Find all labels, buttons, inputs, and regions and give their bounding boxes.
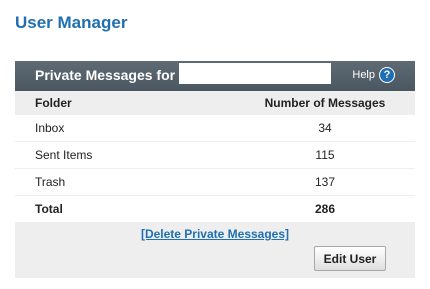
folder-cell: Sent Items [15,141,235,169]
panel-title: Private Messages for [35,67,176,83]
total-label: Total [15,195,235,223]
table-header-row: Folder Number of Messages [15,91,415,115]
panel-header: Private Messages for Help ? [15,61,415,91]
count-cell: 115 [235,141,415,169]
total-count: 286 [235,195,415,223]
folder-cell: Trash [15,168,235,196]
table-row: Inbox 34 [15,115,415,142]
total-row: Total 286 [15,195,415,223]
redacted-username [179,63,331,84]
delete-private-messages-link[interactable]: [Delete Private Messages] [141,227,289,241]
help-label: Help [352,69,375,81]
folder-cell: Inbox [15,115,235,142]
count-cell: 137 [235,168,415,196]
column-header-folder: Folder [15,91,235,115]
edit-user-button[interactable]: Edit User [314,246,386,271]
table-row: Sent Items 115 [15,141,415,169]
table-row: Trash 137 [15,168,415,196]
delete-row: [Delete Private Messages] [15,223,415,245]
messages-table: Folder Number of Messages Inbox 34 Sent … [15,91,415,223]
help-button[interactable]: Help ? [352,67,395,83]
private-messages-panel: Private Messages for Help ? Folder Numbe… [15,61,415,278]
help-icon: ? [379,67,395,83]
column-header-messages: Number of Messages [235,91,415,115]
page-title: User Manager [15,13,128,32]
count-cell: 34 [235,115,415,142]
